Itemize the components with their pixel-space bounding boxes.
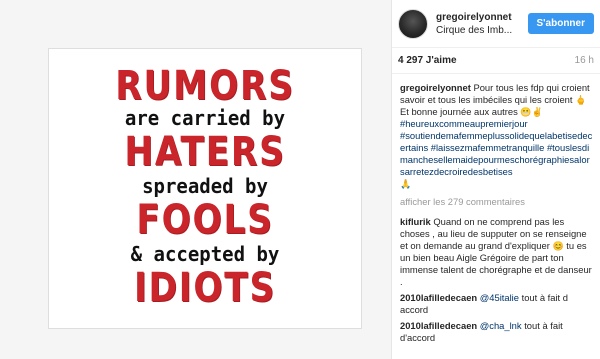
poster-text-block: RUMORS are carried by HATERS spreaded by… [70, 64, 340, 314]
list-item: 2010lafilledecaen @cha_lnk tout à fait d… [400, 320, 594, 344]
post-image[interactable]: RUMORS are carried by HATERS spreaded by… [48, 48, 362, 329]
comments-list: gregoirelyonnet Pour tous les fdp qui cr… [392, 74, 600, 344]
caption-text-2: Et bonne journée aux autres [400, 106, 518, 117]
poster-line-fools: FOOLS [136, 196, 274, 243]
follow-button[interactable]: S'abonner [527, 13, 594, 34]
header-username[interactable]: gregoirelyonnet [436, 12, 516, 23]
caption-emoji-3: 🙏 [400, 179, 412, 189]
post-sidebar: gregoirelyonnet Cirque des Imb... S'abon… [392, 0, 600, 359]
post-header: gregoirelyonnet Cirque des Imb... S'abon… [392, 0, 600, 48]
comment-username[interactable]: 2010lafilledecaen [400, 292, 477, 303]
likes-row: 4 297 J'aime 16 h [392, 48, 600, 74]
caption-username[interactable]: gregoirelyonnet [400, 82, 471, 93]
poster-line-spreaded: spreaded by [142, 173, 268, 198]
post-media-area: RUMORS are carried by HATERS spreaded by… [0, 0, 392, 359]
view-all-comments-link[interactable]: afficher les 279 commentaires [400, 196, 594, 208]
comment-username[interactable]: kiflurik [400, 216, 431, 227]
user-block: gregoirelyonnet Cirque des Imb... [436, 12, 516, 36]
poster-line-haters: HATERS [124, 128, 286, 175]
comment-emoji: 😊 [552, 241, 564, 251]
caption: gregoirelyonnet Pour tous les fdp qui cr… [400, 82, 594, 190]
likes-count[interactable]: 4 297 J'aime [398, 55, 457, 66]
caption-emoji-2: 😬✌ [520, 107, 543, 117]
list-item: kiflurik Quand on ne comprend pas les ch… [400, 216, 594, 288]
comment-mention[interactable]: @45italie [480, 292, 519, 303]
hashtag-link[interactable]: #laissezmafemmetranquille [431, 142, 545, 153]
post-time[interactable]: 16 h [575, 55, 594, 66]
comment-mention[interactable]: @cha_lnk [480, 320, 522, 331]
poster-line-carried: are carried by [124, 105, 286, 130]
poster-line-accepted: & accepted by [130, 241, 280, 266]
avatar[interactable] [398, 8, 428, 39]
hashtag-link[interactable]: #heureuxcommeaupremierjour [400, 118, 528, 129]
header-location[interactable]: Cirque des Imb... [436, 25, 516, 36]
poster-line-rumors: RUMORS [115, 62, 295, 109]
list-item: 2010lafilledecaen @45italie tout à fait … [400, 292, 594, 316]
caption-emoji-1: 🖕 [575, 95, 587, 105]
bottom-fade [392, 349, 600, 359]
comment-username[interactable]: 2010lafilledecaen [400, 320, 477, 331]
poster-line-idiots: IDIOTS [134, 264, 276, 311]
